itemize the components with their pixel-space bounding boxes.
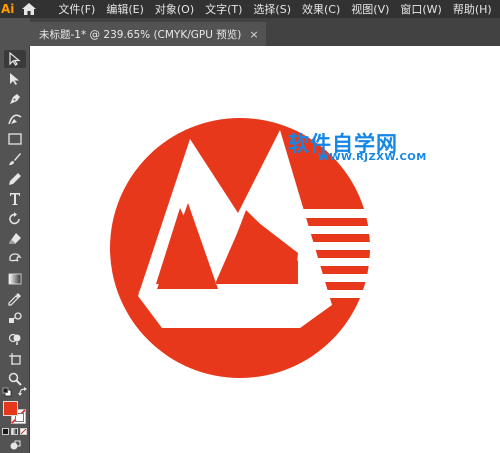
- pencil-tool-icon[interactable]: [4, 170, 26, 188]
- rotate-tool-icon[interactable]: [4, 210, 26, 228]
- curvature-tool-icon[interactable]: [4, 110, 26, 128]
- menu-item[interactable]: 窗口(W): [400, 1, 441, 17]
- paintbrush-tool-icon[interactable]: [4, 150, 26, 168]
- document-tab-title: 未标题-1* @ 239.65% (CMYK/GPU 预览): [39, 28, 242, 41]
- app-logo: Ai: [1, 2, 15, 16]
- selection-tool-icon[interactable]: [4, 50, 26, 68]
- menu-item[interactable]: 选择(S): [253, 1, 291, 17]
- rectangle-tool-icon[interactable]: [4, 130, 26, 148]
- artboard-tool-icon[interactable]: [4, 350, 26, 368]
- draw-mode-icon[interactable]: [4, 439, 26, 451]
- artboard-canvas[interactable]: 软件自学网 WWW.RJZXW.COM: [30, 46, 500, 453]
- shape-builder-tool-icon[interactable]: [4, 330, 26, 348]
- gradient-button[interactable]: [11, 428, 18, 435]
- type-tool-icon[interactable]: [4, 190, 26, 208]
- fill-swatch[interactable]: [3, 401, 18, 416]
- warp-tool-icon[interactable]: [4, 250, 26, 268]
- eyedropper-tool-icon[interactable]: [4, 290, 26, 308]
- logo-artwork[interactable]: [30, 46, 500, 453]
- menu-items: 文件(F) 编辑(E) 对象(O) 文字(T) 选择(S) 效果(C) 视图(V) 窗口(W)…: [58, 1, 500, 17]
- color-button[interactable]: [2, 428, 9, 435]
- menu-item[interactable]: 视图(V): [351, 1, 389, 17]
- none-button[interactable]: [20, 428, 27, 435]
- home-icon[interactable]: [22, 0, 37, 18]
- fill-stroke-swatches: [2, 400, 28, 426]
- close-tab-icon[interactable]: ×: [249, 28, 258, 41]
- document-tab-bar: 未标题-1* @ 239.65% (CMYK/GPU 预览) ×: [30, 18, 500, 46]
- menu-item[interactable]: 对象(O): [155, 1, 194, 17]
- menu-item[interactable]: 文字(T): [205, 1, 242, 17]
- color-mode-buttons: [2, 428, 28, 437]
- menu-item[interactable]: 编辑(E): [106, 1, 144, 17]
- menu-bar: Ai 文件(F) 编辑(E) 对象(O) 文字(T) 选择(S) 效果(C) 视图(V) 窗口…: [0, 0, 500, 18]
- document-tab[interactable]: 未标题-1* @ 239.65% (CMYK/GPU 预览) ×: [30, 22, 266, 46]
- menu-item[interactable]: 效果(C): [302, 1, 340, 17]
- pen-tool-icon[interactable]: [4, 90, 26, 108]
- tool-panel: [0, 46, 30, 453]
- menu-item[interactable]: 文件(F): [58, 1, 95, 17]
- eraser-tool-icon[interactable]: [4, 230, 26, 248]
- default-colors-icon[interactable]: [1, 386, 13, 398]
- blend-tool-icon[interactable]: [4, 310, 26, 328]
- gradient-tool-icon[interactable]: [4, 270, 26, 288]
- swap-colors-icon[interactable]: [17, 386, 29, 398]
- watermark-url: WWW.RJZXW.COM: [318, 152, 427, 163]
- direct-selection-tool-icon[interactable]: [4, 70, 26, 88]
- menu-item[interactable]: 帮助(H): [453, 1, 492, 17]
